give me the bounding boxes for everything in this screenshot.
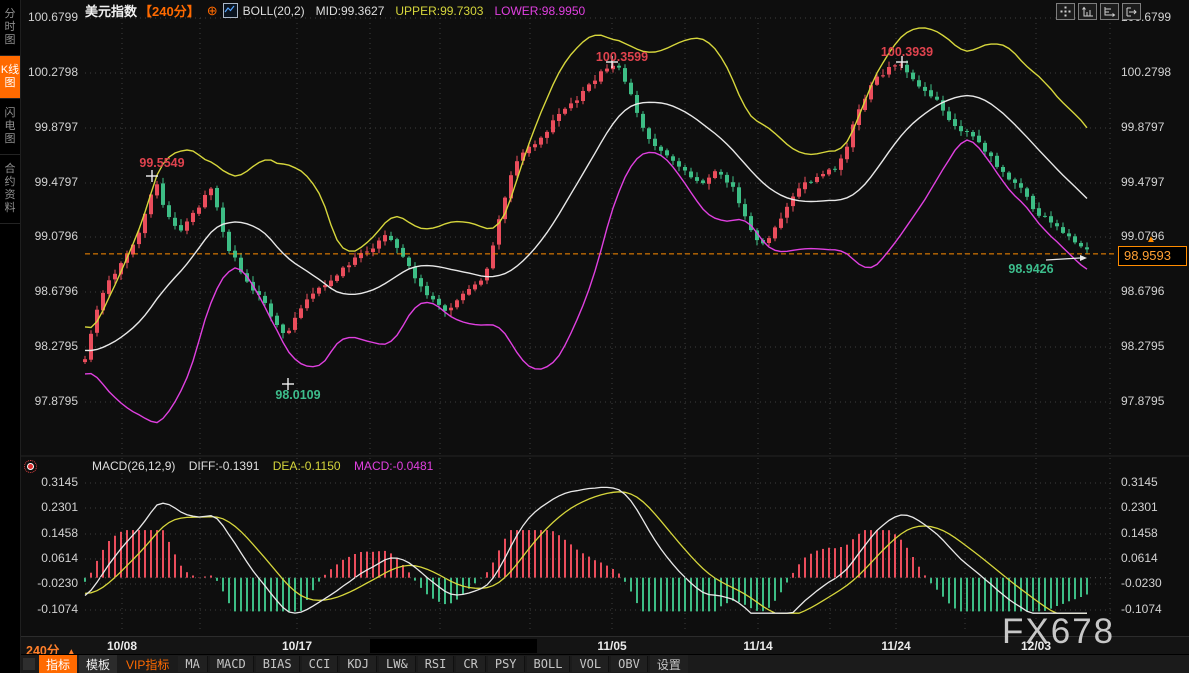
bottom-toolbar: 指标模板VIP指标MAMACDBIASCCIKDJLW&RSICRPSYBOLL… <box>20 654 1189 673</box>
tab-cci[interactable]: CCI <box>302 656 339 672</box>
sidebar: 分时图K线图闪电图合约资料 <box>0 0 21 673</box>
tab-indicators[interactable]: 指标 <box>39 655 77 673</box>
tab-lw[interactable]: LW& <box>379 656 416 672</box>
tab-psy[interactable]: PSY <box>488 656 525 672</box>
sidebar-tab-time-chart[interactable]: 分时图 <box>0 0 20 56</box>
chart-header: 美元指数 【240分】 ⊕ BOLL(20,2) MID:99.3627 UPP… <box>85 2 585 19</box>
macd-axis-label-left: 0.3145 <box>18 475 78 489</box>
chart-type-icon[interactable] <box>223 3 238 18</box>
sidebar-tab-flash-chart[interactable]: 闪电图 <box>0 99 20 155</box>
tab-settings[interactable]: 设置 <box>650 655 688 673</box>
macd-axis-label-left: -0.1074 <box>18 602 78 616</box>
price-annotation: 100.3599 <box>596 50 648 64</box>
toolbar-corner-icon[interactable] <box>23 658 35 670</box>
price-axis-label-right: 99.4797 <box>1121 175 1181 189</box>
tab-bias[interactable]: BIAS <box>256 656 300 672</box>
price-axis-label-left: 97.8795 <box>18 394 78 408</box>
tab-boll[interactable]: BOLL <box>527 656 571 672</box>
macd-axis-label-left: 0.0614 <box>18 551 78 565</box>
macd-diff-value: DIFF:-0.1391 <box>189 459 260 473</box>
date-label: 10/08 <box>99 639 145 653</box>
tab-vol[interactable]: VOL <box>572 656 609 672</box>
tab-kdj[interactable]: KDJ <box>340 656 377 672</box>
price-annotation: 100.3939 <box>881 45 933 59</box>
boll-mid-value: MID:99.3627 <box>316 4 385 18</box>
price-up-arrow-icon: ▲ <box>1146 234 1156 245</box>
scale-x-axis-icon[interactable] <box>1100 3 1119 20</box>
macd-header: MACD(26,12,9) DIFF:-0.1391 DEA:-0.1150 M… <box>92 459 433 473</box>
chart-tools <box>1056 3 1141 20</box>
tab-obv[interactable]: OBV <box>611 656 648 672</box>
price-axis-label-right: 100.2798 <box>1121 65 1181 79</box>
price-axis-label-right: 97.8795 <box>1121 394 1181 408</box>
chart-canvas[interactable] <box>0 0 1189 673</box>
tab-vip-indicators[interactable]: VIP指标 <box>119 655 176 673</box>
last-price-value: 98.9593 <box>1124 248 1171 263</box>
date-label: 11/05 <box>589 639 635 653</box>
macd-dea-value: DEA:-0.1150 <box>273 459 341 473</box>
date-label: 11/14 <box>735 639 781 653</box>
macd-axis-label-right: -0.1074 <box>1121 602 1181 616</box>
macd-axis-label-right: 0.3145 <box>1121 475 1181 489</box>
macd-axis-label-right: 0.0614 <box>1121 551 1181 565</box>
tab-ma[interactable]: MA <box>178 656 207 672</box>
macd-macd-value: MACD:-0.0481 <box>354 459 433 473</box>
boll-params: BOLL(20,2) <box>243 4 305 18</box>
tab-rsi[interactable]: RSI <box>418 656 455 672</box>
macd-axis-label-left: 0.2301 <box>18 500 78 514</box>
price-axis-label-left: 98.2795 <box>18 339 78 353</box>
symbol-name: 美元指数 <box>85 1 137 20</box>
macd-axis-label-right: 0.1458 <box>1121 526 1181 540</box>
price-annotation: 98.9426 <box>1008 262 1053 276</box>
price-axis-label-right: 98.6796 <box>1121 284 1181 298</box>
price-axis-label-right: 98.2795 <box>1121 339 1181 353</box>
tab-cr[interactable]: CR <box>456 656 485 672</box>
price-axis-label-right: 99.8797 <box>1121 120 1181 134</box>
macd-axis-label-left: 0.1458 <box>18 526 78 540</box>
redacted-box <box>370 639 537 653</box>
add-overlay-icon[interactable]: ⊕ <box>207 3 218 19</box>
indicator-alert-icon[interactable] <box>24 460 37 473</box>
boll-lower-value: LOWER:98.9950 <box>494 4 585 18</box>
watermark: FX678 <box>1002 612 1115 652</box>
price-axis-label-left: 100.2798 <box>18 65 78 79</box>
macd-axis-label-right: -0.0230 <box>1121 576 1181 590</box>
app-window: 分时图K线图闪电图合约资料 美元指数 【240分】 ⊕ BOLL(20,2) M… <box>0 0 1189 673</box>
price-annotation: 99.5549 <box>139 156 184 170</box>
tab-macd[interactable]: MACD <box>210 656 254 672</box>
scale-y-axis-icon[interactable] <box>1078 3 1097 20</box>
period-label[interactable]: 【240分】 <box>139 1 200 20</box>
move-tool-icon[interactable] <box>1056 3 1075 20</box>
price-axis-label-left: 99.4797 <box>18 175 78 189</box>
sidebar-tab-contract-info[interactable]: 合约资料 <box>0 155 20 224</box>
macd-axis-label-left: -0.0230 <box>18 576 78 590</box>
tab-templates[interactable]: 模板 <box>79 655 117 673</box>
date-label: 10/17 <box>274 639 320 653</box>
price-axis-label-left: 99.0796 <box>18 229 78 243</box>
date-label: 11/24 <box>873 639 919 653</box>
last-price-tag: 98.9593 <box>1118 246 1187 266</box>
macd-params: MACD(26,12,9) <box>92 459 175 473</box>
price-annotation: 98.0109 <box>275 388 320 402</box>
macd-axis-label-right: 0.2301 <box>1121 500 1181 514</box>
price-axis-label-left: 98.6796 <box>18 284 78 298</box>
sidebar-tab-kline[interactable]: K线图 <box>0 56 20 99</box>
boll-upper-value: UPPER:99.7303 <box>395 4 483 18</box>
price-axis-label-left: 99.8797 <box>18 120 78 134</box>
price-axis-label-left: 100.6799 <box>18 10 78 24</box>
pan-right-icon[interactable] <box>1122 3 1141 20</box>
